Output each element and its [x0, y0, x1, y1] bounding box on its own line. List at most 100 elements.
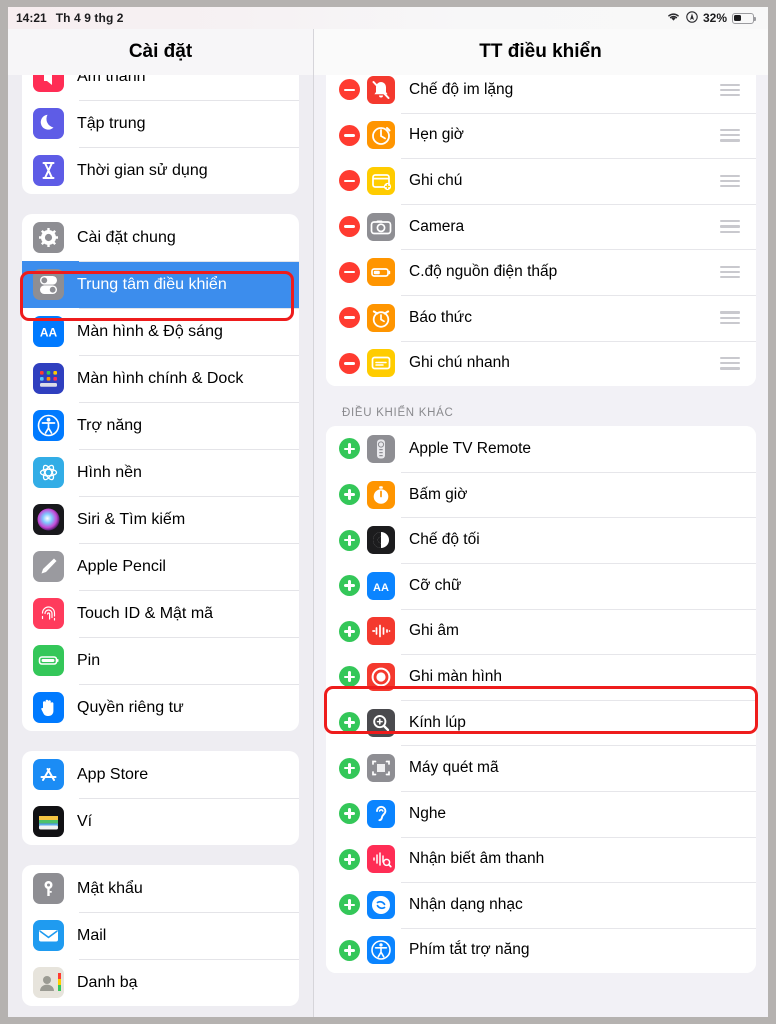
- control-row-silent-mode[interactable]: Chế độ im lặng: [326, 75, 756, 113]
- sidebar-item-battery[interactable]: Pin: [22, 637, 299, 684]
- sidebar-item-focus[interactable]: Tập trung: [22, 100, 299, 147]
- drag-handle[interactable]: [720, 83, 740, 97]
- sidebar-item-home-screen-dock[interactable]: Màn hình chính & Dock: [22, 355, 299, 402]
- add-button[interactable]: [339, 848, 360, 870]
- drag-handle[interactable]: [720, 357, 740, 370]
- control-row-accessibility-shortcut[interactable]: Phím tắt trợ năng: [326, 927, 756, 974]
- control-row-music-recognition[interactable]: Nhận dạng nhạc: [326, 882, 756, 928]
- control-label: Ghi màn hình: [409, 667, 503, 685]
- wifi-icon: [666, 11, 681, 25]
- sidebar-item-label: Quyền riêng tư: [77, 698, 184, 716]
- drag-handle[interactable]: [720, 311, 740, 325]
- camera-icon: [367, 212, 395, 241]
- add-button[interactable]: [339, 484, 360, 506]
- drag-handle[interactable]: [720, 220, 740, 233]
- remove-button[interactable]: [339, 170, 360, 192]
- add-button[interactable]: [339, 666, 360, 688]
- control-row-apple-tv-remote[interactable]: Apple TV Remote: [326, 426, 756, 472]
- magnifier-icon: [367, 708, 395, 737]
- sound-icon: [33, 75, 64, 92]
- add-button[interactable]: [339, 894, 360, 916]
- remove-button[interactable]: [339, 261, 360, 283]
- sidebar-item-privacy[interactable]: Quyền riêng tư: [22, 684, 299, 731]
- control-label: Ghi chú nhanh: [409, 354, 510, 372]
- sidebar-item-display-brightness[interactable]: AA Màn hình & Độ sáng: [22, 308, 299, 355]
- more-controls-group: Apple TV Remote Bấm giờ Chế độ tối AA Cỡ…: [326, 426, 756, 974]
- gear-icon: [33, 222, 64, 253]
- control-row-quick-note[interactable]: Ghi chú nhanh: [326, 340, 756, 387]
- control-row-magnifier[interactable]: Kính lúp: [326, 699, 756, 746]
- stopwatch-icon: [367, 480, 395, 509]
- sidebar-item-label: Hình nền: [77, 463, 142, 481]
- remove-button[interactable]: [339, 124, 360, 146]
- control-label: Kính lúp: [409, 713, 466, 731]
- control-row-code-scanner[interactable]: Máy quét mã: [326, 745, 756, 791]
- add-button[interactable]: [339, 438, 360, 460]
- remove-button[interactable]: [339, 352, 360, 374]
- add-button[interactable]: [339, 575, 360, 597]
- control-center-icon: [33, 269, 64, 300]
- control-row-low-power-mode[interactable]: C.độ nguồn điện thấp: [326, 249, 756, 295]
- add-button[interactable]: [339, 712, 360, 734]
- sidebar-item-label: App Store: [77, 765, 149, 783]
- sidebar-item-app-store[interactable]: App Store: [22, 751, 299, 798]
- add-button[interactable]: [339, 620, 360, 642]
- settings-sidebar[interactable]: Âm thanh Tập trung Thời gian sử dụng Cài…: [8, 75, 313, 1017]
- battery-icon: [732, 12, 756, 24]
- control-row-notes[interactable]: Ghi chú: [326, 158, 756, 204]
- sidebar-item-passwords[interactable]: Mật khẩu: [22, 865, 299, 912]
- remove-button[interactable]: [339, 79, 360, 101]
- add-button[interactable]: [339, 529, 360, 551]
- control-row-voice-memos[interactable]: Ghi âm: [326, 608, 756, 655]
- sidebar-item-apple-pencil[interactable]: Apple Pencil: [22, 543, 299, 590]
- sidebar-item-accessibility[interactable]: Trợ năng: [22, 402, 299, 449]
- drag-handle[interactable]: [720, 265, 740, 279]
- control-row-text-size[interactable]: AA Cỡ chữ: [326, 562, 756, 609]
- control-row-alarm[interactable]: Báo thức: [326, 294, 756, 341]
- control-label: C.độ nguồn điện thấp: [409, 263, 558, 281]
- dark-mode-icon: [367, 526, 395, 555]
- status-date: Th 4 9 thg 2: [55, 11, 124, 25]
- sidebar-item-contacts[interactable]: Danh bạ: [22, 959, 299, 1006]
- apple-tv-remote-icon: [367, 434, 395, 463]
- drag-handle[interactable]: [720, 129, 740, 142]
- accessibility-shortcut-icon: [367, 936, 395, 965]
- low-power-mode-icon: [367, 258, 395, 287]
- sidebar-item-sound[interactable]: Âm thanh: [22, 75, 299, 100]
- add-button[interactable]: [339, 939, 360, 961]
- sidebar-item-label: Mail: [77, 926, 107, 944]
- sidebar-item-wallpaper[interactable]: Hình nền: [22, 449, 299, 496]
- timer-icon: [367, 121, 395, 150]
- sidebar-item-touch-id-passcode[interactable]: Touch ID & Mật mã: [22, 590, 299, 637]
- sidebar-item-label: Thời gian sử dụng: [77, 161, 208, 179]
- drag-handle[interactable]: [720, 174, 740, 188]
- add-button[interactable]: [339, 757, 360, 779]
- sidebar-item-general[interactable]: Cài đặt chung: [22, 214, 299, 261]
- sidebar-item-label: Tập trung: [77, 114, 146, 132]
- sidebar-item-control-center[interactable]: Trung tâm điều khiển: [22, 261, 299, 308]
- sidebar-item-label: Mật khẩu: [77, 879, 143, 897]
- control-row-hearing[interactable]: Nghe: [326, 790, 756, 837]
- sidebar-item-wallet[interactable]: Ví: [22, 798, 299, 845]
- page-title-control-center: TT điều khiển: [479, 41, 602, 62]
- control-center-detail[interactable]: Chế độ im lặng Hẹn giờ Ghi chú Camera C.…: [314, 75, 768, 1017]
- control-row-sound-recognition[interactable]: Nhận biết âm thanh: [326, 836, 756, 883]
- display-brightness-icon: AA: [33, 316, 64, 347]
- control-row-timer[interactable]: Hẹn giờ: [326, 112, 756, 159]
- control-label: Camera: [409, 217, 465, 235]
- add-button[interactable]: [339, 803, 360, 825]
- control-row-dark-mode[interactable]: Chế độ tối: [326, 517, 756, 563]
- sidebar-item-label: Pin: [77, 651, 101, 669]
- sidebar-item-siri-search[interactable]: Siri & Tìm kiếm: [22, 496, 299, 543]
- accessibility-icon: [33, 410, 64, 441]
- control-row-camera[interactable]: Camera: [326, 203, 756, 250]
- sidebar-item-mail[interactable]: Mail: [22, 912, 299, 959]
- sidebar-item-screen-time[interactable]: Thời gian sử dụng: [22, 147, 299, 194]
- contacts-icon: [33, 967, 64, 998]
- remove-button[interactable]: [339, 307, 360, 329]
- remove-button[interactable]: [339, 216, 360, 238]
- control-label: Cỡ chữ: [409, 576, 462, 594]
- control-row-screen-recording[interactable]: Ghi màn hình: [326, 654, 756, 700]
- alarm-clock-icon: [367, 303, 395, 332]
- control-row-stopwatch[interactable]: Bấm giờ: [326, 471, 756, 518]
